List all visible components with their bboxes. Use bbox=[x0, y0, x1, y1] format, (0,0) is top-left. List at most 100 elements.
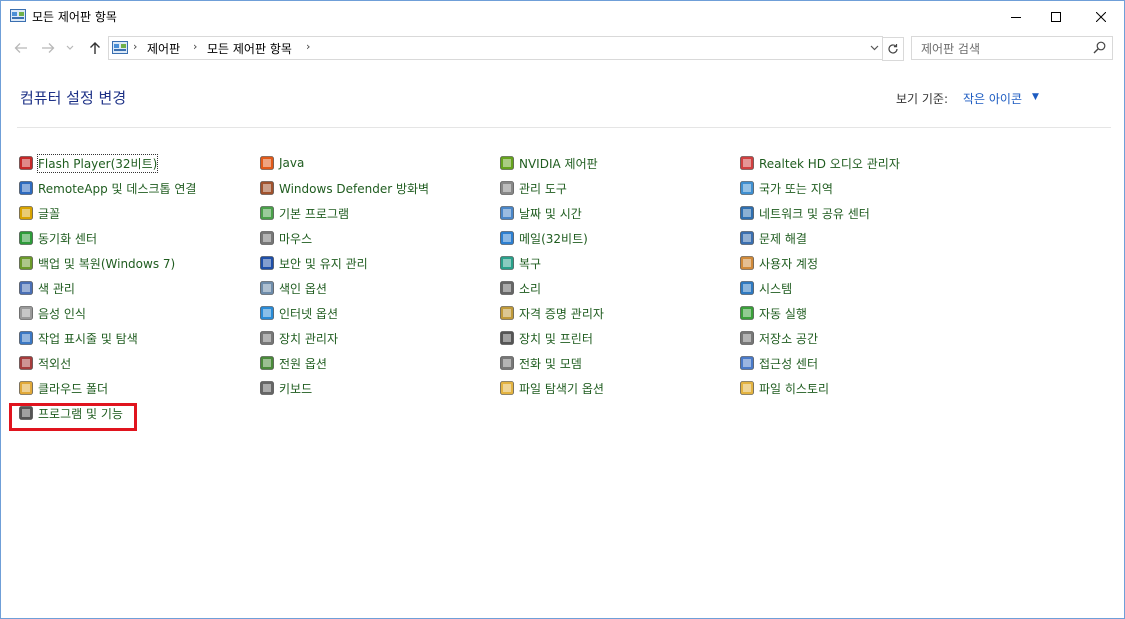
control-panel-item[interactable]: 전화 및 모뎀 bbox=[499, 353, 582, 373]
item-label[interactable]: 국가 또는 지역 bbox=[759, 180, 833, 197]
control-panel-item[interactable]: 적외선 bbox=[18, 353, 71, 373]
control-panel-item[interactable]: 국가 또는 지역 bbox=[739, 178, 833, 198]
item-label[interactable]: 날짜 및 시간 bbox=[519, 205, 582, 222]
control-panel-item[interactable]: Flash Player(32비트) bbox=[18, 153, 159, 173]
flag-icon bbox=[260, 256, 274, 270]
control-panel-item[interactable]: RemoteApp 및 데스크톱 연결 bbox=[18, 178, 196, 198]
control-panel-item[interactable]: 장치 관리자 bbox=[259, 328, 338, 348]
control-panel-item[interactable]: 동기화 센터 bbox=[18, 228, 97, 248]
control-panel-item[interactable]: 클라우드 폴더 bbox=[18, 378, 108, 398]
control-panel-item[interactable]: 자격 증명 관리자 bbox=[499, 303, 604, 323]
control-panel-item[interactable]: 시스템 bbox=[739, 278, 792, 298]
control-panel-item[interactable]: 장치 및 프린터 bbox=[499, 328, 593, 348]
title-bar[interactable]: 모든 제어판 항목 bbox=[1, 1, 1124, 32]
item-label[interactable]: RemoteApp 및 데스크톱 연결 bbox=[38, 180, 196, 197]
item-label[interactable]: 전화 및 모뎀 bbox=[519, 355, 582, 372]
item-label[interactable]: 사용자 계정 bbox=[759, 255, 818, 272]
item-label[interactable]: 파일 탐색기 옵션 bbox=[519, 380, 604, 397]
control-panel-item[interactable]: Realtek HD 오디오 관리자 bbox=[739, 153, 900, 173]
item-label[interactable]: 자격 증명 관리자 bbox=[519, 305, 604, 322]
item-label[interactable]: 색인 옵션 bbox=[279, 280, 327, 297]
control-panel-item[interactable]: 글꼴 bbox=[18, 203, 60, 223]
refresh-button[interactable] bbox=[882, 37, 904, 61]
view-by-caret-icon[interactable]: ▼ bbox=[1032, 92, 1039, 102]
remoteapp-icon bbox=[19, 181, 33, 195]
item-label[interactable]: Java bbox=[279, 156, 304, 170]
recent-locations-button[interactable] bbox=[64, 39, 76, 57]
control-panel-item[interactable]: 네트워크 및 공유 센터 bbox=[739, 203, 870, 223]
breadcrumb-separator-icon[interactable]: › bbox=[193, 40, 197, 53]
breadcrumb-separator-icon[interactable]: › bbox=[133, 40, 137, 53]
address-bar[interactable]: › 제어판 › 모든 제어판 항목 › bbox=[108, 36, 883, 60]
breadcrumb-control-panel[interactable]: 제어판 bbox=[147, 40, 180, 57]
item-label[interactable]: 색 관리 bbox=[38, 280, 75, 297]
control-panel-item[interactable]: 마우스 bbox=[259, 228, 312, 248]
close-button[interactable] bbox=[1078, 1, 1124, 32]
control-panel-item[interactable]: 전원 옵션 bbox=[259, 353, 327, 373]
control-panel-item[interactable]: 소리 bbox=[499, 278, 541, 298]
item-label[interactable]: 관리 도구 bbox=[519, 180, 567, 197]
control-panel-item[interactable]: 관리 도구 bbox=[499, 178, 567, 198]
breadcrumb-all-items[interactable]: 모든 제어판 항목 bbox=[207, 40, 292, 57]
item-label[interactable]: 키보드 bbox=[279, 380, 312, 397]
item-label[interactable]: 문제 해결 bbox=[759, 230, 807, 247]
control-panel-item[interactable]: 인터넷 옵션 bbox=[259, 303, 338, 323]
breadcrumb-separator-icon[interactable]: › bbox=[306, 40, 310, 53]
control-panel-item[interactable]: 기본 프로그램 bbox=[259, 203, 349, 223]
item-label[interactable]: 작업 표시줄 및 탐색 bbox=[38, 330, 138, 347]
item-label[interactable]: 백업 및 복원(Windows 7) bbox=[38, 255, 175, 272]
item-label[interactable]: 글꼴 bbox=[38, 205, 60, 222]
item-label[interactable]: 복구 bbox=[519, 255, 541, 272]
control-panel-item[interactable]: 보안 및 유지 관리 bbox=[259, 253, 368, 273]
item-label[interactable]: Realtek HD 오디오 관리자 bbox=[759, 155, 900, 172]
item-label[interactable]: Windows Defender 방화벽 bbox=[279, 180, 429, 197]
control-panel-item[interactable]: NVIDIA 제어판 bbox=[499, 153, 598, 173]
control-panel-item[interactable]: 파일 탐색기 옵션 bbox=[499, 378, 604, 398]
item-label[interactable]: 보안 및 유지 관리 bbox=[279, 255, 368, 272]
control-panel-item[interactable]: 키보드 bbox=[259, 378, 312, 398]
item-label[interactable]: 전원 옵션 bbox=[279, 355, 327, 372]
control-panel-item[interactable]: 파일 히스토리 bbox=[739, 378, 829, 398]
item-label[interactable]: 소리 bbox=[519, 280, 541, 297]
item-label[interactable]: 마우스 bbox=[279, 230, 312, 247]
item-label[interactable]: Flash Player(32비트) bbox=[36, 153, 159, 173]
control-panel-item[interactable]: 자동 실행 bbox=[739, 303, 807, 323]
control-panel-item[interactable]: Windows Defender 방화벽 bbox=[259, 178, 429, 198]
item-label[interactable]: 장치 관리자 bbox=[279, 330, 338, 347]
control-panel-item[interactable]: 색 관리 bbox=[18, 278, 75, 298]
control-panel-item[interactable]: 색인 옵션 bbox=[259, 278, 327, 298]
control-panel-item[interactable]: 접근성 센터 bbox=[739, 353, 818, 373]
item-label[interactable]: 파일 히스토리 bbox=[759, 380, 829, 397]
control-panel-item[interactable]: 작업 표시줄 및 탐색 bbox=[18, 328, 138, 348]
control-panel-item[interactable]: Java bbox=[259, 153, 304, 173]
item-label[interactable]: 네트워크 및 공유 센터 bbox=[759, 205, 870, 222]
search-input[interactable]: 제어판 검색 bbox=[911, 36, 1113, 60]
item-label[interactable]: 적외선 bbox=[38, 355, 71, 372]
back-button[interactable] bbox=[12, 39, 30, 57]
control-panel-item[interactable]: 문제 해결 bbox=[739, 228, 807, 248]
address-dropdown-button[interactable] bbox=[867, 40, 881, 56]
item-label[interactable]: 기본 프로그램 bbox=[279, 205, 349, 222]
control-panel-item[interactable]: 날짜 및 시간 bbox=[499, 203, 582, 223]
item-label[interactable]: 음성 인식 bbox=[38, 305, 86, 322]
control-panel-item[interactable]: 백업 및 복원(Windows 7) bbox=[18, 253, 175, 273]
item-label[interactable]: 시스템 bbox=[759, 280, 792, 297]
item-label[interactable]: 자동 실행 bbox=[759, 305, 807, 322]
view-by-dropdown[interactable]: 작은 아이콘 bbox=[963, 90, 1022, 107]
control-panel-item[interactable]: 복구 bbox=[499, 253, 541, 273]
item-label[interactable]: 동기화 센터 bbox=[38, 230, 97, 247]
control-panel-item[interactable]: 사용자 계정 bbox=[739, 253, 818, 273]
forward-button[interactable] bbox=[39, 39, 57, 57]
item-label[interactable]: 메일(32비트) bbox=[519, 230, 588, 247]
control-panel-item[interactable]: 저장소 공간 bbox=[739, 328, 818, 348]
up-button[interactable] bbox=[86, 39, 104, 57]
control-panel-item[interactable]: 음성 인식 bbox=[18, 303, 86, 323]
item-label[interactable]: 저장소 공간 bbox=[759, 330, 818, 347]
item-label[interactable]: 접근성 센터 bbox=[759, 355, 818, 372]
item-label[interactable]: 장치 및 프린터 bbox=[519, 330, 593, 347]
control-panel-item[interactable]: 메일(32비트) bbox=[499, 228, 588, 248]
item-label[interactable]: NVIDIA 제어판 bbox=[519, 155, 598, 172]
item-label[interactable]: 클라우드 폴더 bbox=[38, 380, 108, 397]
item-label[interactable]: 인터넷 옵션 bbox=[279, 305, 338, 322]
maximize-button[interactable] bbox=[1033, 1, 1079, 32]
